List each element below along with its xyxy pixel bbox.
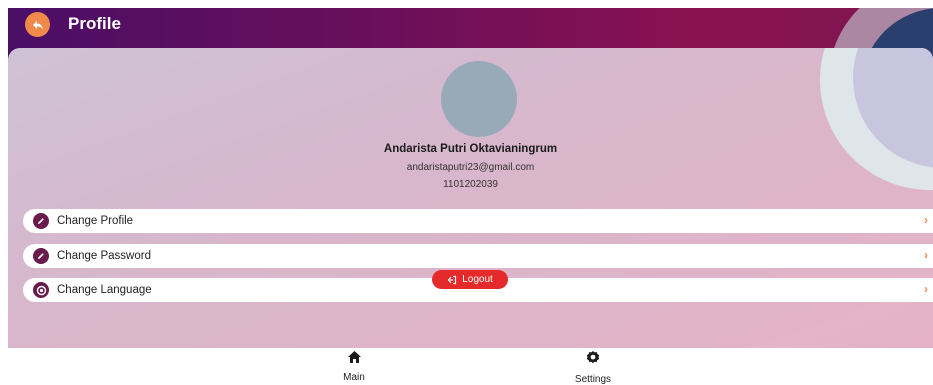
back-button[interactable] (25, 12, 50, 37)
globe-icon (33, 282, 49, 298)
menu-item-label: Change Profile (57, 215, 134, 227)
change-password-item[interactable]: Change Password › (23, 244, 933, 268)
nav-label: Main (343, 372, 365, 383)
back-arrow-icon (32, 20, 43, 29)
logout-icon (447, 275, 457, 284)
logout-label: Logout (462, 274, 493, 285)
profile-email: andaristaputri23@gmail.com (406, 162, 535, 173)
change-profile-item[interactable]: Change Profile › (23, 209, 933, 233)
menu-item-label: Change Password (57, 250, 151, 262)
nav-label: Settings (574, 374, 612, 385)
chevron-right-icon: › (924, 213, 928, 227)
nav-item-settings[interactable]: Settings (563, 350, 623, 385)
logout-button[interactable]: Logout (432, 270, 508, 289)
pencil-icon (33, 213, 49, 229)
bottom-navigation: Main Settings (0, 348, 933, 385)
avatar (441, 61, 517, 137)
pencil-icon (33, 248, 49, 264)
profile-name: Andarista Putri Oktavianingrum (383, 143, 558, 155)
menu-item-label: Change Language (57, 284, 152, 296)
chevron-right-icon: › (924, 248, 928, 262)
profile-id-number: 1101202039 (443, 179, 498, 190)
gear-icon (586, 351, 600, 364)
home-icon (347, 351, 361, 363)
chevron-right-icon: › (924, 282, 928, 296)
page-title: Profile (68, 14, 121, 33)
profile-panel: Andarista Putri Oktavianingrum andarista… (8, 48, 933, 348)
nav-item-main[interactable]: Main (324, 350, 384, 383)
